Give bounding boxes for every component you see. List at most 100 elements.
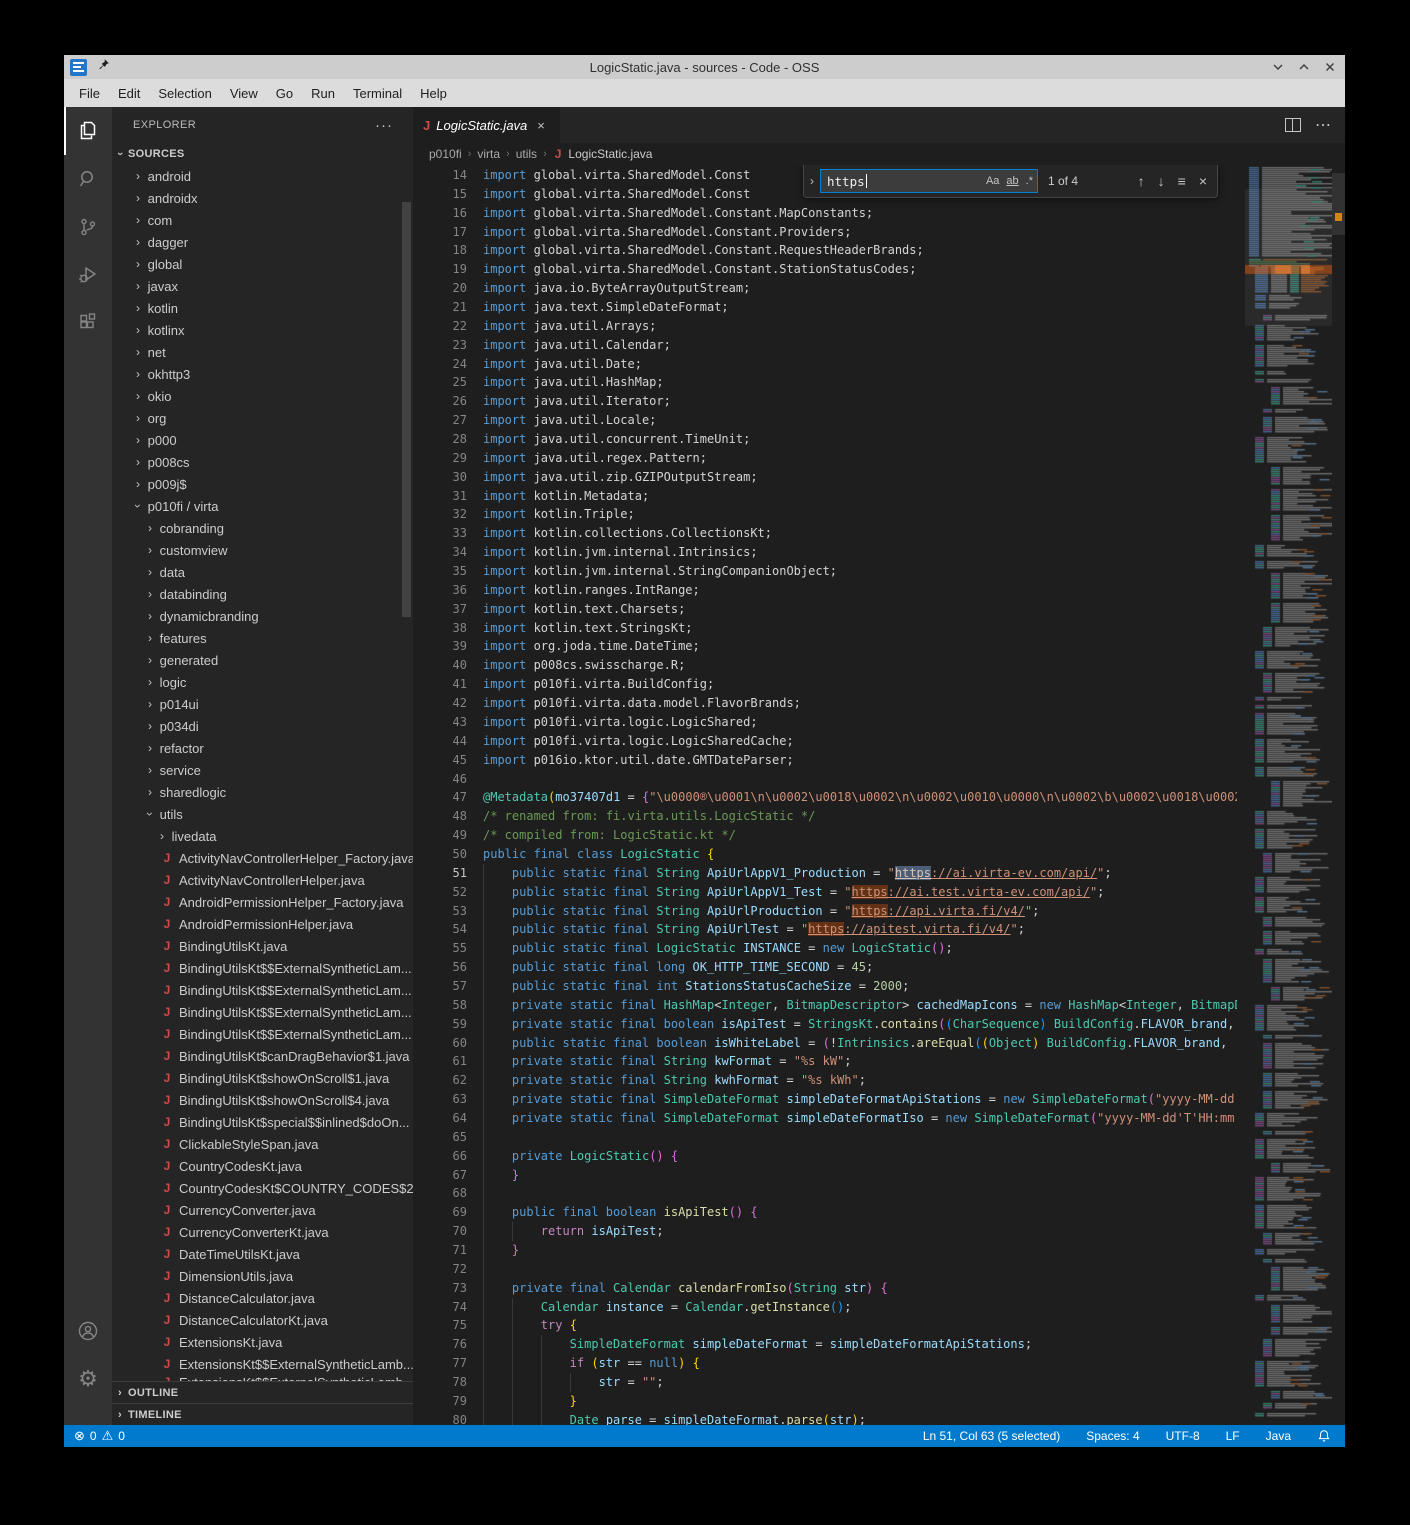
tree-item[interactable]: › javax [112,275,413,297]
tree-item[interactable]: JClickableStyleSpan.java [112,1133,413,1155]
menu-view[interactable]: View [221,79,267,107]
cursor-position[interactable]: Ln 51, Col 63 (5 selected) [923,1429,1060,1443]
tree-item[interactable]: JBindingUtilsKt.java [112,935,413,957]
section-timeline[interactable]: › TIMELINE [112,1403,413,1425]
overview-ruler[interactable] [1332,165,1345,1425]
tree-item[interactable]: JDistanceCalculatorKt.java [112,1309,413,1331]
tree-item[interactable]: JBindingUtilsKt$$ExternalSyntheticLam... [112,957,413,979]
tree-item[interactable]: › androidx [112,187,413,209]
tree-item[interactable]: › refactor [112,737,413,759]
tree-item[interactable]: › sharedlogic [112,781,413,803]
find-next-icon[interactable]: ↓ [1158,173,1165,189]
tree-item[interactable]: › generated [112,649,413,671]
tree-item[interactable]: JBindingUtilsKt$special$$inlined$doOn... [112,1111,413,1133]
sidebar-scrollbar[interactable] [402,202,411,617]
tree-item[interactable]: › p000 [112,429,413,451]
tree-item[interactable]: JExtensionsKt$$ExternalSyntheticLamb... [112,1353,413,1375]
tree-item[interactable]: › databinding [112,583,413,605]
tree-item[interactable]: JCountryCodesKt$COUNTRY_CODES$2.j... [112,1177,413,1199]
errors-count[interactable]: 0 [90,1429,97,1443]
tree-item[interactable]: › org [112,407,413,429]
find-close-icon[interactable]: × [1199,173,1207,189]
tab-close-icon[interactable]: × [537,118,545,133]
menu-selection[interactable]: Selection [149,79,220,107]
search-icon[interactable] [64,155,112,203]
tree-item[interactable]: JDateTimeUtilsKt.java [112,1243,413,1265]
breadcrumb-item[interactable]: utils [516,147,537,161]
explorer-more-icon[interactable]: ··· [375,117,393,134]
tree-item[interactable]: › net [112,341,413,363]
run-debug-icon[interactable] [64,251,112,299]
tree-item[interactable]: JDimensionUtils.java [112,1265,413,1287]
tree-item[interactable]: JExtensionsKt.java [112,1331,413,1353]
menu-go[interactable]: Go [267,79,302,107]
tree-item[interactable]: JAndroidPermissionHelper.java [112,913,413,935]
tree-item[interactable]: JActivityNavControllerHelper_Factory.jav… [112,847,413,869]
scrollbar-thumb[interactable] [1332,173,1345,235]
warnings-icon[interactable]: ⚠ [102,1428,114,1444]
tree-item[interactable]: › kotlin [112,297,413,319]
warnings-count[interactable]: 0 [118,1429,125,1443]
tree-item[interactable]: › cobranding [112,517,413,539]
tree-item[interactable]: › p014ui [112,693,413,715]
tree-item[interactable]: › p009j$ [112,473,413,495]
breadcrumb-item[interactable]: p010fi [429,147,462,161]
tree-item[interactable]: › dynamicbranding [112,605,413,627]
split-editor-icon[interactable] [1285,118,1301,132]
tree-item[interactable]: › dagger [112,231,413,253]
menu-file[interactable]: File [70,79,109,107]
tree-item[interactable]: JBindingUtilsKt$$ExternalSyntheticLam... [112,1023,413,1045]
tree-item[interactable]: › kotlinx [112,319,413,341]
tree-item[interactable]: JActivityNavControllerHelper.java [112,869,413,891]
menu-terminal[interactable]: Terminal [344,79,411,107]
find-input[interactable]: https Aa ab .* [820,169,1038,193]
tree-item[interactable]: › okio [112,385,413,407]
find-previous-icon[interactable]: ↑ [1138,173,1145,189]
tree-item[interactable]: JCurrencyConverterKt.java [112,1221,413,1243]
maximize-button[interactable] [1297,60,1311,74]
tree-item[interactable]: › data [112,561,413,583]
find-expand-icon[interactable]: › [804,174,820,188]
minimap[interactable] [1245,165,1332,1425]
code-editor[interactable]: 14import global.virta.SharedModel.Const1… [413,165,1345,1425]
extensions-icon[interactable] [64,299,112,347]
tree-item[interactable]: › android [112,165,413,187]
menu-help[interactable]: Help [411,79,456,107]
tab-logicstatic[interactable]: J LogicStatic.java × [413,107,561,143]
tree-item[interactable]: › com [112,209,413,231]
tree-item[interactable]: JCountryCodesKt.java [112,1155,413,1177]
menu-edit[interactable]: Edit [109,79,149,107]
tree-item[interactable]: JBindingUtilsKt$$ExternalSyntheticLam... [112,979,413,1001]
regex-toggle[interactable]: .* [1026,175,1033,187]
tree-item[interactable]: › p008cs [112,451,413,473]
notifications-bell-icon[interactable] [1317,1429,1331,1443]
language-mode[interactable]: Java [1266,1429,1291,1443]
editor-more-icon[interactable]: ⋯ [1315,115,1331,135]
encoding[interactable]: UTF-8 [1166,1429,1200,1443]
accounts-icon[interactable] [64,1307,112,1355]
section-outline[interactable]: › OUTLINE [112,1381,413,1403]
whole-word-toggle[interactable]: ab [1006,175,1018,187]
source-control-icon[interactable] [64,203,112,251]
tree-item[interactable]: JBindingUtilsKt$canDragBehavior$1.java [112,1045,413,1067]
tree-item[interactable]: › utils [112,803,413,825]
menu-run[interactable]: Run [302,79,344,107]
breadcrumb-item[interactable]: virta [477,147,500,161]
tree-item[interactable]: › features [112,627,413,649]
breadcrumb-item[interactable]: LogicStatic.java [568,147,652,161]
tree-item[interactable]: JBindingUtilsKt$$ExternalSyntheticLam... [112,1001,413,1023]
close-button[interactable] [1323,60,1337,74]
tree-item[interactable]: › livedata [112,825,413,847]
tree-item[interactable]: JAndroidPermissionHelper_Factory.java [112,891,413,913]
section-sources[interactable]: › SOURCES [112,143,413,165]
tree-item[interactable]: › okhttp3 [112,363,413,385]
tree-item[interactable]: › p034di [112,715,413,737]
tree-item[interactable]: › service [112,759,413,781]
tree-item[interactable]: › global [112,253,413,275]
indentation[interactable]: Spaces: 4 [1086,1429,1139,1443]
eol-sequence[interactable]: LF [1226,1429,1240,1443]
tree-item[interactable]: › p010fi / virta [112,495,413,517]
tree-item[interactable]: › logic [112,671,413,693]
match-case-toggle[interactable]: Aa [986,175,999,187]
tree-item[interactable]: JBindingUtilsKt$showOnScroll$1.java [112,1067,413,1089]
